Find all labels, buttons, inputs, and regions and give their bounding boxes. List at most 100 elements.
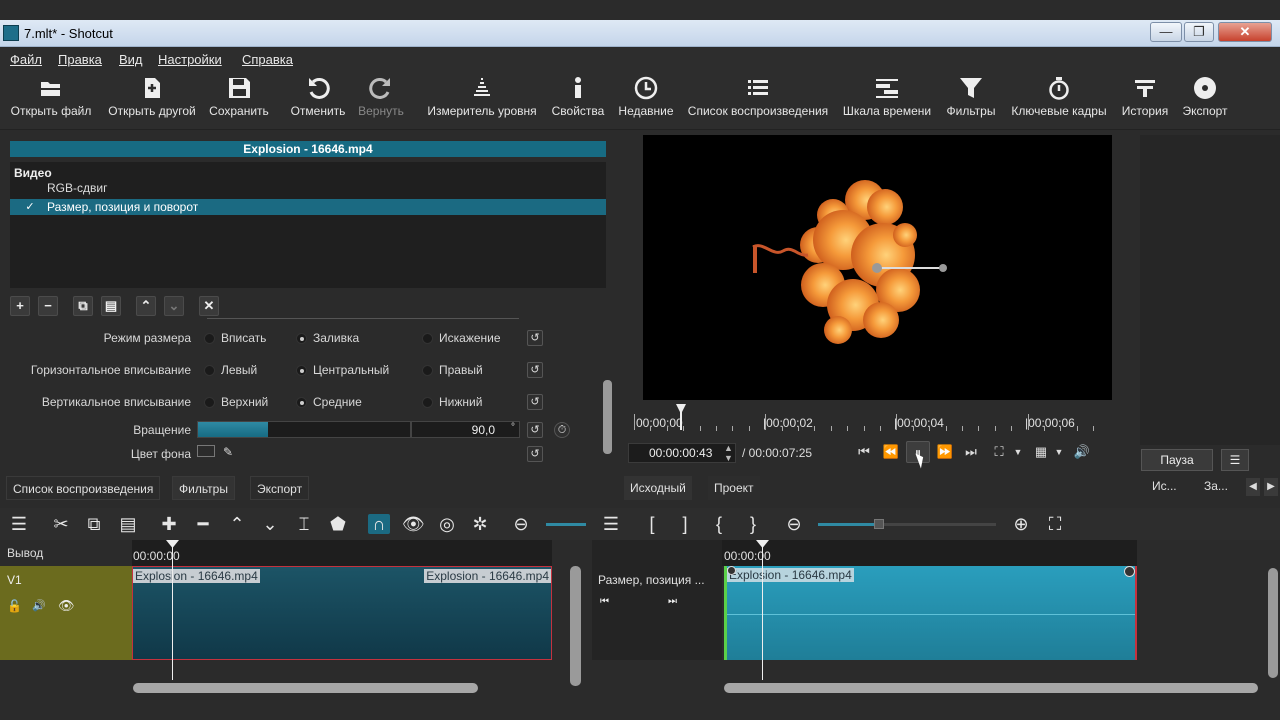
radio-bottom[interactable] xyxy=(422,397,433,408)
tab-scroll-right-icon[interactable]: ▶ xyxy=(1264,478,1278,496)
eyedropper-icon[interactable]: ✎ xyxy=(223,445,239,459)
mute-icon[interactable]: 🔊 xyxy=(32,599,46,612)
remove-icon[interactable]: ━ xyxy=(192,514,214,534)
filter-item-selected[interactable]: ✓ Размер, позиция и поворот xyxy=(10,199,606,215)
audio-meter-button[interactable]: Измеритель уровня xyxy=(426,76,538,128)
timeline-button[interactable]: Шкала времени xyxy=(840,76,934,128)
open-other-button[interactable]: Открыть другой xyxy=(104,76,200,128)
reset-icon[interactable]: ↺ xyxy=(527,394,543,410)
reset-icon[interactable]: ↺ xyxy=(527,330,543,346)
tab-scroll-left-icon[interactable]: ◀ xyxy=(1246,478,1260,496)
keyframe-clip[interactable]: Explosion - 16646.mp4 xyxy=(724,566,1137,660)
keyframes-ruler[interactable]: 00:00:00 xyxy=(722,540,1137,566)
copy-icon[interactable]: ⧉ xyxy=(83,514,105,534)
keyframe-stopwatch-icon[interactable]: ⏱ xyxy=(554,422,570,438)
volume-icon[interactable]: 🔊 xyxy=(1071,441,1093,463)
keyframe-dot[interactable] xyxy=(727,566,736,575)
next-keyframe-icon[interactable]: ⏭ xyxy=(668,596,677,607)
eye-icon[interactable]: 👁 xyxy=(58,598,75,614)
menu-help[interactable]: Справка xyxy=(242,52,293,67)
timecode-spinner[interactable]: ▲ ▼ xyxy=(722,443,735,463)
paste-filter-button[interactable]: ▤ xyxy=(101,296,121,316)
skip-end-icon[interactable]: ⏭ xyxy=(962,441,980,463)
ripple-icon[interactable]: ◎ xyxy=(436,514,458,534)
filter-checkbox[interactable] xyxy=(24,182,36,194)
timeline-clip[interactable]: Explosion - 16646.mp4 Explosion - 16646.… xyxy=(132,566,552,660)
filter-checkbox-checked[interactable]: ✓ xyxy=(24,201,36,213)
ripple-all-icon[interactable]: ✲ xyxy=(469,514,491,534)
video-viewer[interactable] xyxy=(643,135,1112,400)
keyframes-hscrollbar[interactable] xyxy=(724,683,1258,693)
pause-button[interactable]: Пауза xyxy=(1141,449,1213,471)
keyframes-zoom-slider[interactable] xyxy=(818,519,996,529)
set-out-icon[interactable]: ] xyxy=(674,514,696,534)
filters-button[interactable]: Фильтры xyxy=(944,76,998,128)
lock-icon[interactable]: 🔓 xyxy=(7,599,22,613)
reset-icon[interactable]: ↺ xyxy=(527,362,543,378)
keyframes-button[interactable]: Ключевые кадры xyxy=(1008,76,1110,128)
set-filter-out-icon[interactable]: } xyxy=(742,514,764,534)
tab-filters[interactable]: Фильтры xyxy=(172,476,235,500)
cut-icon[interactable]: ✂ xyxy=(50,514,72,534)
overwrite-icon[interactable]: ⌄ xyxy=(259,514,281,534)
radio-distort[interactable] xyxy=(422,333,433,344)
hamburger-icon[interactable]: ☰ xyxy=(1221,449,1249,471)
add-filter-button[interactable]: + xyxy=(10,296,30,316)
zoom-in-icon[interactable]: ⊕ xyxy=(1010,514,1032,534)
filter-item[interactable]: RGB-сдвиг xyxy=(10,180,606,196)
skip-start-icon[interactable]: ⏮ xyxy=(855,441,873,463)
move-down-button[interactable]: ⌄ xyxy=(164,296,184,316)
timeline-ruler[interactable]: 00:00:00 xyxy=(132,540,552,566)
radio-center[interactable] xyxy=(296,365,307,376)
timeline-hscrollbar[interactable] xyxy=(133,683,478,693)
player-ruler[interactable]: 00:00:00 |00:00:02 |00:00:04 |00:00:06 xyxy=(634,404,1120,432)
timeline-playhead[interactable] xyxy=(172,540,173,680)
radio-fit[interactable] xyxy=(204,333,215,344)
timeline-zoom-slider[interactable] xyxy=(546,523,586,526)
minimize-button[interactable]: — xyxy=(1150,22,1182,42)
tab-right-1[interactable]: Ис... xyxy=(1146,474,1183,498)
properties-button[interactable]: Свойства xyxy=(550,76,606,128)
scrub-icon[interactable]: 👁 xyxy=(402,514,425,534)
reset-icon[interactable]: ↺ xyxy=(527,446,543,462)
tab-right-2[interactable]: За... xyxy=(1198,474,1234,498)
history-button[interactable]: История xyxy=(1118,76,1172,128)
timeline-vscrollbar[interactable] xyxy=(570,566,581,686)
close-button[interactable]: ✕ xyxy=(1218,22,1272,42)
color-swatch[interactable] xyxy=(197,445,215,457)
tab-project[interactable]: Проект xyxy=(708,476,760,500)
set-in-icon[interactable]: [ xyxy=(641,514,663,534)
zoom-slider-handle[interactable] xyxy=(874,519,884,529)
zoom-out-icon[interactable]: ⊖ xyxy=(510,514,532,534)
prev-keyframe-icon[interactable]: ⏮ xyxy=(600,596,609,607)
timecode-field[interactable]: 00:00:00:43 xyxy=(628,443,736,463)
export-button[interactable]: Экспорт xyxy=(1180,76,1230,128)
save-button[interactable]: Сохранить xyxy=(208,76,270,128)
keyframes-vscrollbar[interactable] xyxy=(1268,568,1278,678)
keyframes-playhead[interactable] xyxy=(762,540,763,680)
lift-icon[interactable]: ⌃ xyxy=(226,514,248,534)
radio-left[interactable] xyxy=(204,365,215,376)
zoom-fit-icon[interactable]: ⛶ xyxy=(990,441,1008,463)
split-icon[interactable]: ⌶ xyxy=(293,514,315,534)
marker-icon[interactable]: ⬟ xyxy=(327,514,349,534)
deselect-filter-button[interactable]: ✕ xyxy=(199,296,219,316)
undo-button[interactable]: Отменить xyxy=(288,76,348,128)
radio-right[interactable] xyxy=(422,365,433,376)
remove-filter-button[interactable]: − xyxy=(38,296,58,316)
recent-button[interactable]: Недавние xyxy=(616,76,676,128)
radio-middle[interactable] xyxy=(296,397,307,408)
track-v1-header[interactable]: V1 🔓 🔊 👁 xyxy=(0,566,132,660)
playlist-button[interactable]: Список воспроизведения xyxy=(686,76,830,128)
radio-top[interactable] xyxy=(204,397,215,408)
tab-export[interactable]: Экспорт xyxy=(250,476,310,500)
menu-edit[interactable]: Правка xyxy=(58,52,102,67)
maximize-button[interactable]: ❐ xyxy=(1184,22,1214,42)
chevron-down-icon[interactable]: ▼ xyxy=(1012,441,1024,463)
radio-fill[interactable] xyxy=(296,333,307,344)
move-up-button[interactable]: ⌃ xyxy=(136,296,156,316)
chevron-down-icon[interactable]: ▼ xyxy=(1053,441,1065,463)
open-file-button[interactable]: Открыть файл xyxy=(8,76,94,128)
menu-file[interactable]: Файл xyxy=(10,52,42,67)
tab-source[interactable]: Исходный xyxy=(624,476,692,500)
